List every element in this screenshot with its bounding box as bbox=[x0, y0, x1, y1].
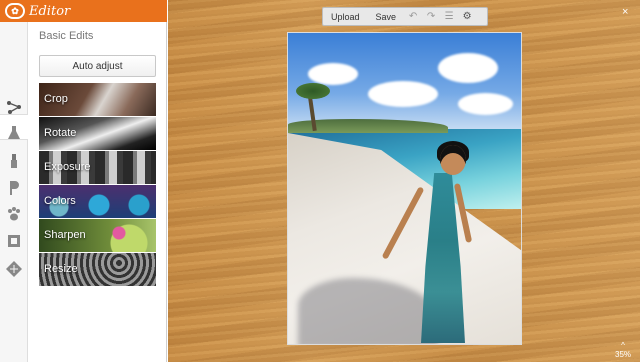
edited-photo bbox=[287, 32, 522, 345]
photo-cloud bbox=[368, 81, 438, 107]
zoom-caret-icon: ^ bbox=[621, 341, 625, 350]
tool-rotate[interactable]: Rotate bbox=[39, 117, 156, 150]
gear-icon[interactable]: ⚙ bbox=[458, 11, 476, 22]
top-toolbar: Upload Save ↶ ↷ ☰ ⚙ bbox=[322, 7, 488, 26]
auto-adjust-button[interactable]: Auto adjust bbox=[39, 55, 156, 77]
panel-heading: Basic Edits bbox=[39, 30, 94, 42]
tool-colors[interactable]: Colors bbox=[39, 185, 156, 218]
close-icon[interactable]: × bbox=[622, 6, 628, 18]
tool-sharpen[interactable]: Sharpen bbox=[39, 219, 156, 252]
zoom-level: 35% bbox=[615, 350, 632, 359]
redo-icon[interactable]: ↷ bbox=[422, 11, 440, 22]
undo-icon[interactable]: ↶ bbox=[404, 11, 422, 22]
texture-icon[interactable] bbox=[5, 260, 23, 278]
paw-icon[interactable] bbox=[5, 205, 23, 223]
app-header: ✿ Editor bbox=[0, 0, 167, 22]
photo-cloud bbox=[438, 53, 498, 83]
category-rail bbox=[0, 22, 28, 362]
tool-resize[interactable]: Resize bbox=[39, 253, 156, 286]
photo-person-head bbox=[440, 145, 466, 175]
lipstick-icon[interactable] bbox=[5, 152, 23, 170]
app-logo: ✿ bbox=[5, 3, 25, 19]
tool-label: Sharpen bbox=[44, 229, 86, 241]
app-title: Editor bbox=[29, 3, 71, 19]
frame-icon[interactable] bbox=[5, 232, 23, 250]
zoom-indicator[interactable]: ^ 35% bbox=[615, 341, 631, 359]
tool-label: Crop bbox=[44, 93, 68, 105]
tool-label: Exposure bbox=[44, 161, 91, 173]
photo-palm-leaves bbox=[296, 83, 330, 99]
p-letter-icon[interactable] bbox=[5, 179, 23, 197]
upload-button[interactable]: Upload bbox=[323, 12, 368, 22]
share-nodes-icon[interactable] bbox=[5, 98, 23, 116]
tool-label: Resize bbox=[44, 263, 78, 275]
tool-label: Colors bbox=[44, 195, 76, 207]
tool-exposure[interactable]: Exposure bbox=[39, 151, 156, 184]
save-button[interactable]: Save bbox=[368, 12, 405, 22]
history-icon[interactable]: ☰ bbox=[440, 11, 458, 22]
photo-cloud bbox=[458, 93, 513, 115]
photo-cloud bbox=[308, 63, 358, 85]
tool-crop[interactable]: Crop bbox=[39, 83, 156, 116]
tool-label: Rotate bbox=[44, 127, 77, 139]
flask-icon[interactable] bbox=[5, 124, 23, 142]
